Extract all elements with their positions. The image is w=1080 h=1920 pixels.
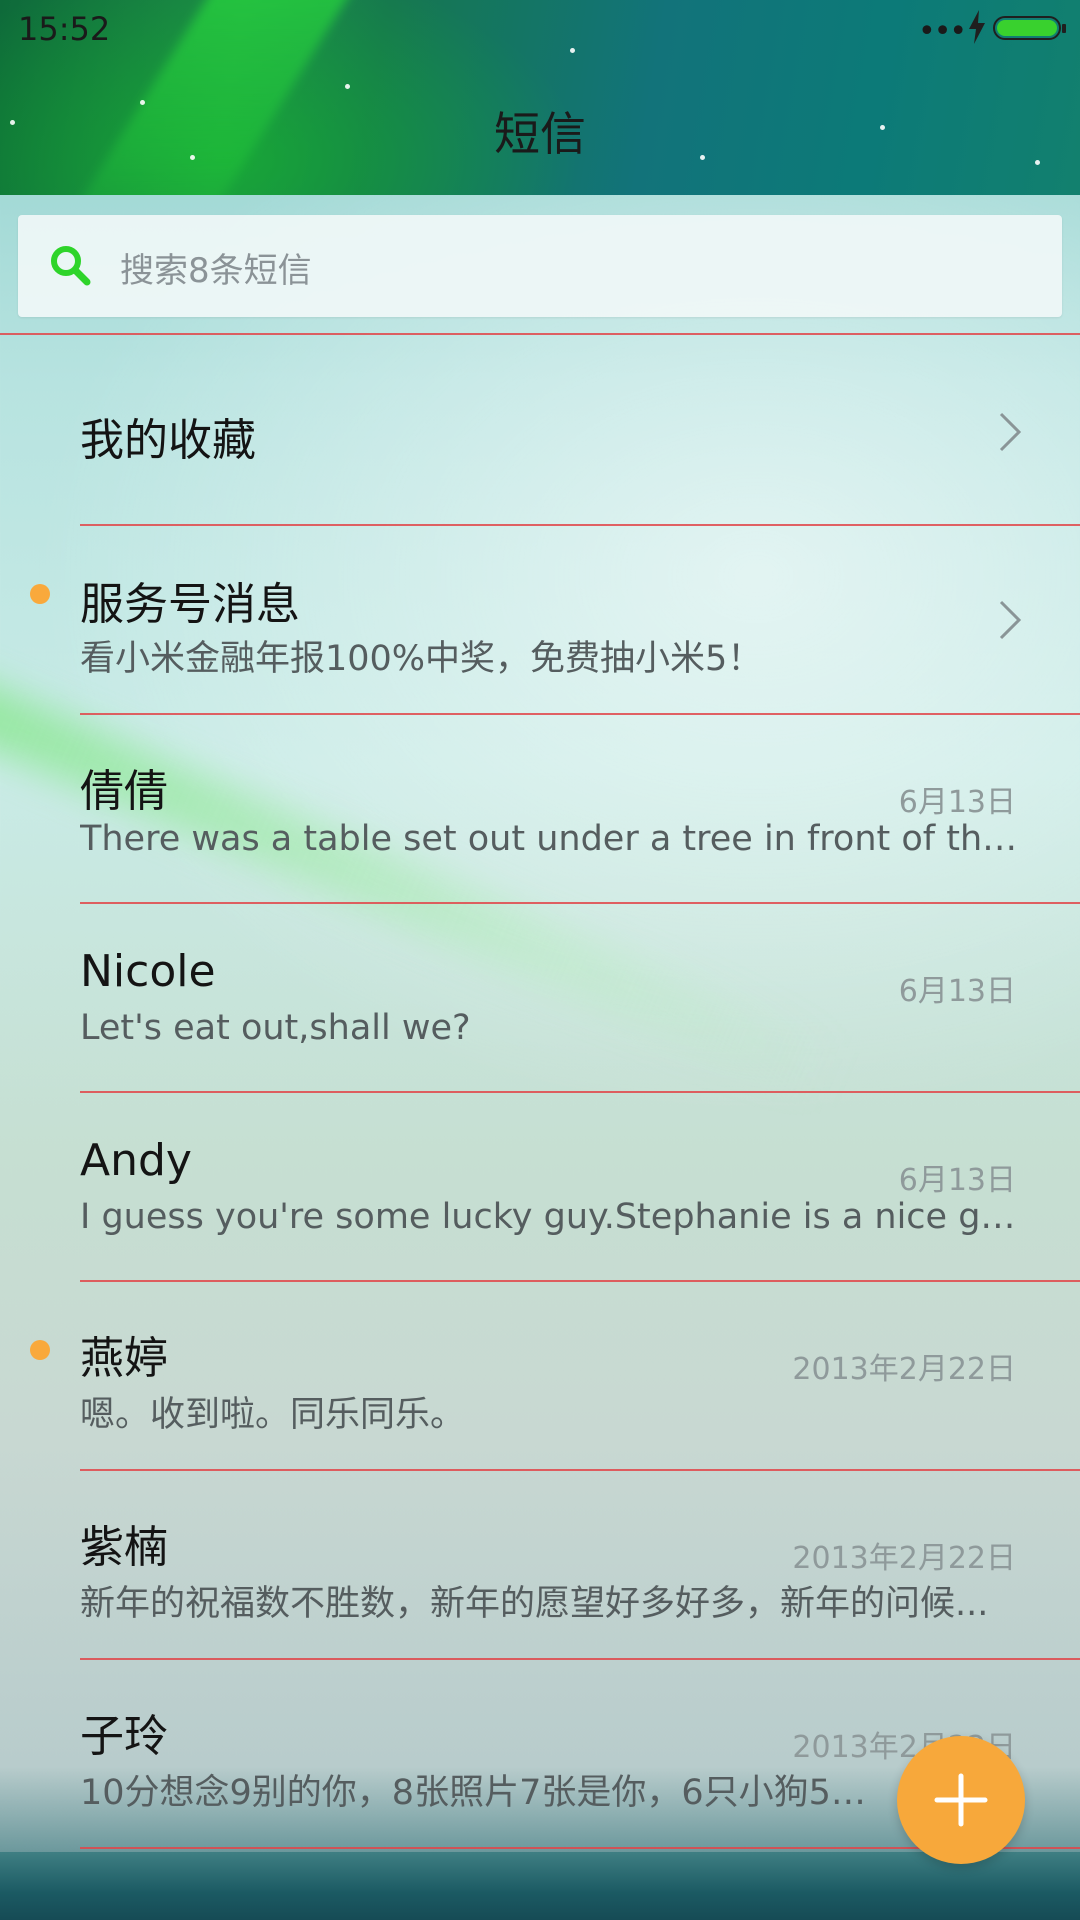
page-title: 短信 [494,107,586,161]
conversation-row[interactable]: 紫楠 2013年2月22日 新年的祝福数不胜数，新年的愿望好多好多，新年的问候.… [0,1471,1080,1660]
message-snippet: 新年的祝福数不胜数，新年的愿望好多好多，新年的问候... [80,1584,989,1624]
conversation-row[interactable]: 燕婷 2013年2月22日 嗯。收到啦。同乐同乐。 [0,1282,1080,1471]
battery-icon [993,16,1066,40]
message-date: 2013年2月22日 [792,1541,1016,1576]
new-message-button[interactable] [897,1736,1025,1864]
header: 15:52 ••• 短信 [0,0,1080,195]
signal-dots-icon: ••• [918,14,967,49]
background-sea [0,1852,1080,1920]
status-bar: 15:52 ••• [0,0,1080,60]
contact-name: 倩倩 [80,766,168,817]
message-date: 2013年2月22日 [792,1352,1016,1387]
contact-name: 燕婷 [80,1333,168,1384]
message-snippet: 嗯。收到啦。同乐同乐。 [80,1395,466,1435]
favorites-row[interactable]: 我的收藏 [0,338,1080,526]
message-snippet: I guess you're some lucky guy.Stephanie … [80,1197,1020,1237]
service-title: 服务号消息 [80,579,300,630]
message-date: 6月13日 [898,974,1016,1009]
unread-dot [30,1340,50,1360]
message-date: 6月13日 [898,1163,1016,1198]
search-bar[interactable]: 搜索8条短信 [18,215,1062,317]
charging-bolt-icon [969,10,985,44]
status-time: 15:52 [18,10,111,48]
service-snippet: 看小米金融年报100%中奖，免费抽小米5！ [80,639,763,679]
chevron-right-icon [999,600,1022,640]
conversation-row[interactable]: Nicole 6月13日 Let's eat out,shall we? [0,904,1080,1093]
contact-name: Andy [80,1135,192,1186]
message-snippet: Let's eat out,shall we? [80,1008,471,1048]
unread-dot [30,584,50,604]
search-icon [51,246,91,286]
search-placeholder: 搜索8条短信 [120,251,312,291]
contact-name: Nicole [80,946,216,997]
divider [0,333,1080,335]
favorites-label: 我的收藏 [80,415,256,466]
conversation-row[interactable]: Andy 6月13日 I guess you're some lucky guy… [0,1093,1080,1282]
message-snippet: 10分想念9别的你，8张照片7张是你，6只小狗5只像你... [80,1773,900,1813]
contact-name: 紫楠 [80,1522,168,1573]
service-messages-row[interactable]: 服务号消息 看小米金融年报100%中奖，免费抽小米5！ [0,526,1080,715]
chevron-right-icon [999,412,1022,452]
conversation-row[interactable]: 倩倩 6月13日 There was a table set out under… [0,715,1080,904]
contact-name: 子玲 [80,1711,168,1762]
plus-icon [934,1773,988,1827]
message-snippet: There was a table set out under a tree i… [80,819,1020,859]
message-date: 6月13日 [898,785,1016,820]
